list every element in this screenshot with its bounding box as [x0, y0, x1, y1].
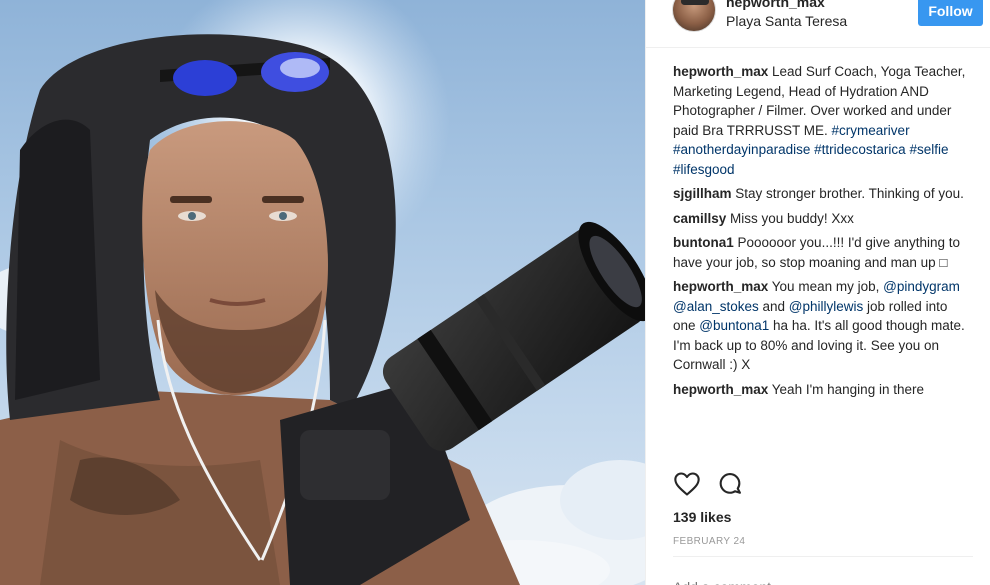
hashtag-link[interactable]: #lifesgood — [673, 162, 735, 177]
comment-text: You mean my job, — [768, 279, 884, 294]
post-username[interactable]: hepworth_max — [726, 0, 825, 10]
hashtag-link[interactable]: #anotherdayinparadise — [673, 142, 810, 157]
post-actions — [673, 470, 973, 500]
post-photo[interactable] — [0, 0, 645, 585]
like-count[interactable]: 139 likes — [673, 509, 731, 525]
comment-username[interactable]: sjgillham — [673, 186, 732, 201]
post-header: hepworth_max Playa Santa Teresa Follow — [646, 0, 990, 48]
comment-username[interactable]: camillsy — [673, 211, 726, 226]
comment-username[interactable]: buntona1 — [673, 235, 734, 250]
mention-link[interactable]: @pindygram — [883, 279, 960, 294]
avatar[interactable] — [672, 0, 716, 32]
heart-icon[interactable] — [673, 470, 701, 498]
speech-bubble-icon[interactable] — [716, 470, 744, 498]
mention-link[interactable]: @buntona1 — [699, 318, 769, 333]
divider — [673, 556, 973, 557]
follow-button[interactable]: Follow — [918, 0, 983, 26]
post-location[interactable]: Playa Santa Teresa — [726, 13, 847, 29]
hashtag-link[interactable]: #ttridecostarica — [814, 142, 906, 157]
mention-link[interactable]: @phillylewis — [789, 299, 863, 314]
comment-list[interactable]: hepworth_max Lead Surf Coach, Yoga Teach… — [673, 62, 973, 460]
comment-text: Miss you buddy! Xxx — [726, 210, 854, 226]
photo-illustration — [0, 0, 645, 585]
add-comment-input[interactable] — [673, 575, 973, 585]
comment-text: Yeah I'm hanging in there — [768, 381, 924, 397]
post-date[interactable]: FEBRUARY 24 — [673, 536, 745, 547]
comment-username[interactable]: hepworth_max — [673, 64, 768, 79]
hashtag-link[interactable]: #selfie — [909, 142, 948, 157]
comment-item: hepworth_max Yeah I'm hanging in there — [673, 380, 973, 400]
comment-item: hepworth_max You mean my job, @pindygram… — [673, 277, 973, 375]
comment-text: Stay stronger brother. Thinking of you. — [731, 186, 964, 201]
hashtag-link[interactable]: #crymeariver — [832, 123, 910, 138]
comment-item: sjgillham Stay stronger brother. Thinkin… — [673, 184, 973, 204]
post-side-panel: hepworth_max Playa Santa Teresa Follow h… — [645, 0, 990, 585]
caption: hepworth_max Lead Surf Coach, Yoga Teach… — [673, 62, 973, 179]
comment-username[interactable]: hepworth_max — [673, 279, 768, 294]
comment-text: and — [758, 298, 789, 314]
comment-username[interactable]: hepworth_max — [673, 382, 768, 397]
mention-link[interactable]: @alan_stokes — [673, 299, 759, 314]
comment-item: buntona1 Poooooor you...!!! I'd give any… — [673, 233, 973, 272]
comment-item: camillsy Miss you buddy! Xxx — [673, 209, 973, 229]
